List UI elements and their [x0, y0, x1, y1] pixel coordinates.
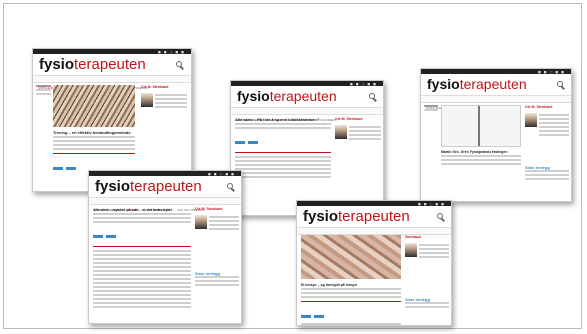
author-name: Ole M. Stenhaud — [335, 117, 363, 121]
sidebar-text — [155, 94, 187, 110]
article-body: Alle skriv – mystisk på vakt – er det be… — [93, 207, 191, 310]
card-topbar: ■ ■ □ ■ ■ — [33, 49, 191, 54]
left-column — [36, 85, 51, 97]
article-headline[interactable]: Trening – en effektiv behandlingsmetode — [53, 130, 135, 136]
author-portrait — [141, 93, 153, 107]
card-topbar: ■ ■ □ ■ ■ — [297, 201, 451, 206]
article-body: Alle skriv – På tide å spørre klinikkled… — [235, 117, 331, 180]
search-icon[interactable] — [369, 93, 375, 99]
sidebar-latest: Siste innlegg — [195, 271, 239, 288]
search-icon[interactable] — [227, 183, 233, 189]
article-body: Trening – en effektiv behandlingsmetode — [53, 130, 135, 175]
card-topbar: ■ ■ □ ■ ■ — [421, 69, 571, 74]
author-portrait — [525, 113, 537, 127]
main-navigation: SISTE ENDRINGERBLOGGFAG OG FORSKNINGFAG … — [89, 197, 241, 212]
screenshot-card-3: ■ ■ □ ■ ■ fysioterapeuten SISTE ENDRINGE… — [420, 68, 572, 202]
author-portrait — [405, 243, 417, 257]
author-name: Ole M. Stenhaud — [525, 105, 553, 109]
main-navigation: SISTE ENDRINGERBLOGGFAG OG FORSKNINGFAG … — [33, 75, 191, 90]
search-icon[interactable] — [176, 61, 182, 67]
site-logo[interactable]: fysioterapeuten — [39, 56, 146, 73]
screenshot-card-2: ■ ■ □ ■ ■ fysioterapeuten SISTE ENDRINGE… — [230, 80, 384, 216]
site-logo[interactable]: fysioterapeuten — [95, 178, 202, 195]
main-navigation: SISTE ENDRINGER BLOGG FAG OG FORSKNING FAGI… — [231, 107, 383, 122]
author-name: Ole M. Stenhaud — [141, 85, 169, 89]
author-sidebar: Stenhaud — [405, 235, 449, 239]
site-logo[interactable]: fysioterapeuten — [427, 76, 527, 92]
author-sidebar: Ole M. Stenhaud — [335, 117, 381, 121]
author-name: Stenhaud — [405, 235, 421, 239]
site-logo[interactable]: fysioterapeuten — [237, 88, 337, 104]
screenshot-card-4: ■ ■ □ ■ ■ fysioterapeuten SISTE ENDRINGE… — [88, 170, 242, 324]
search-icon[interactable] — [437, 213, 443, 219]
article-image — [441, 105, 521, 147]
sidebar-text — [419, 244, 449, 260]
main-navigation: SISTE ENDRINGERBLOGGFAG OG FORSKNINGDEBA… — [297, 227, 451, 242]
sidebar-text — [349, 126, 381, 142]
author-portrait — [335, 125, 347, 139]
author-portrait — [195, 215, 207, 229]
article-body: El innsyn – og formgivt på innsyn — [301, 282, 401, 325]
card-topbar: ■ ■ □ ■ ■ — [89, 171, 241, 176]
article-image — [301, 235, 401, 279]
article-headline[interactable]: Alle skriv – På tide å spørre klinikkled… — [235, 117, 331, 123]
author-name: Ole M. Stenhaud — [195, 207, 223, 211]
search-icon[interactable] — [557, 81, 563, 87]
sidebar-latest: Siste innlegg — [525, 165, 569, 182]
left-column — [424, 105, 438, 113]
sidebar-latest: Siste innlegg — [405, 297, 449, 310]
card-topbar: ■ ■ □ ■ ■ — [231, 81, 383, 86]
sidebar-text — [539, 114, 569, 138]
site-logo[interactable]: fysioterapeuten — [303, 208, 410, 225]
author-sidebar: Ole M. Stenhaud — [195, 207, 239, 211]
article-body: Martin Gro. Gren Fysiopraksis fastlegen — [441, 149, 521, 167]
author-sidebar: Ole M. Stenhaud — [525, 105, 569, 109]
article-image — [53, 85, 135, 127]
sidebar-text — [209, 216, 239, 232]
screenshot-card-5: ■ ■ □ ■ ■ fysioterapeuten SISTE ENDRINGE… — [296, 200, 452, 326]
main-navigation: SISTE ENDRINGERBLOGGFAG OG FORSKNINGFORU… — [421, 95, 571, 110]
author-sidebar: Ole M. Stenhaud — [141, 85, 187, 89]
